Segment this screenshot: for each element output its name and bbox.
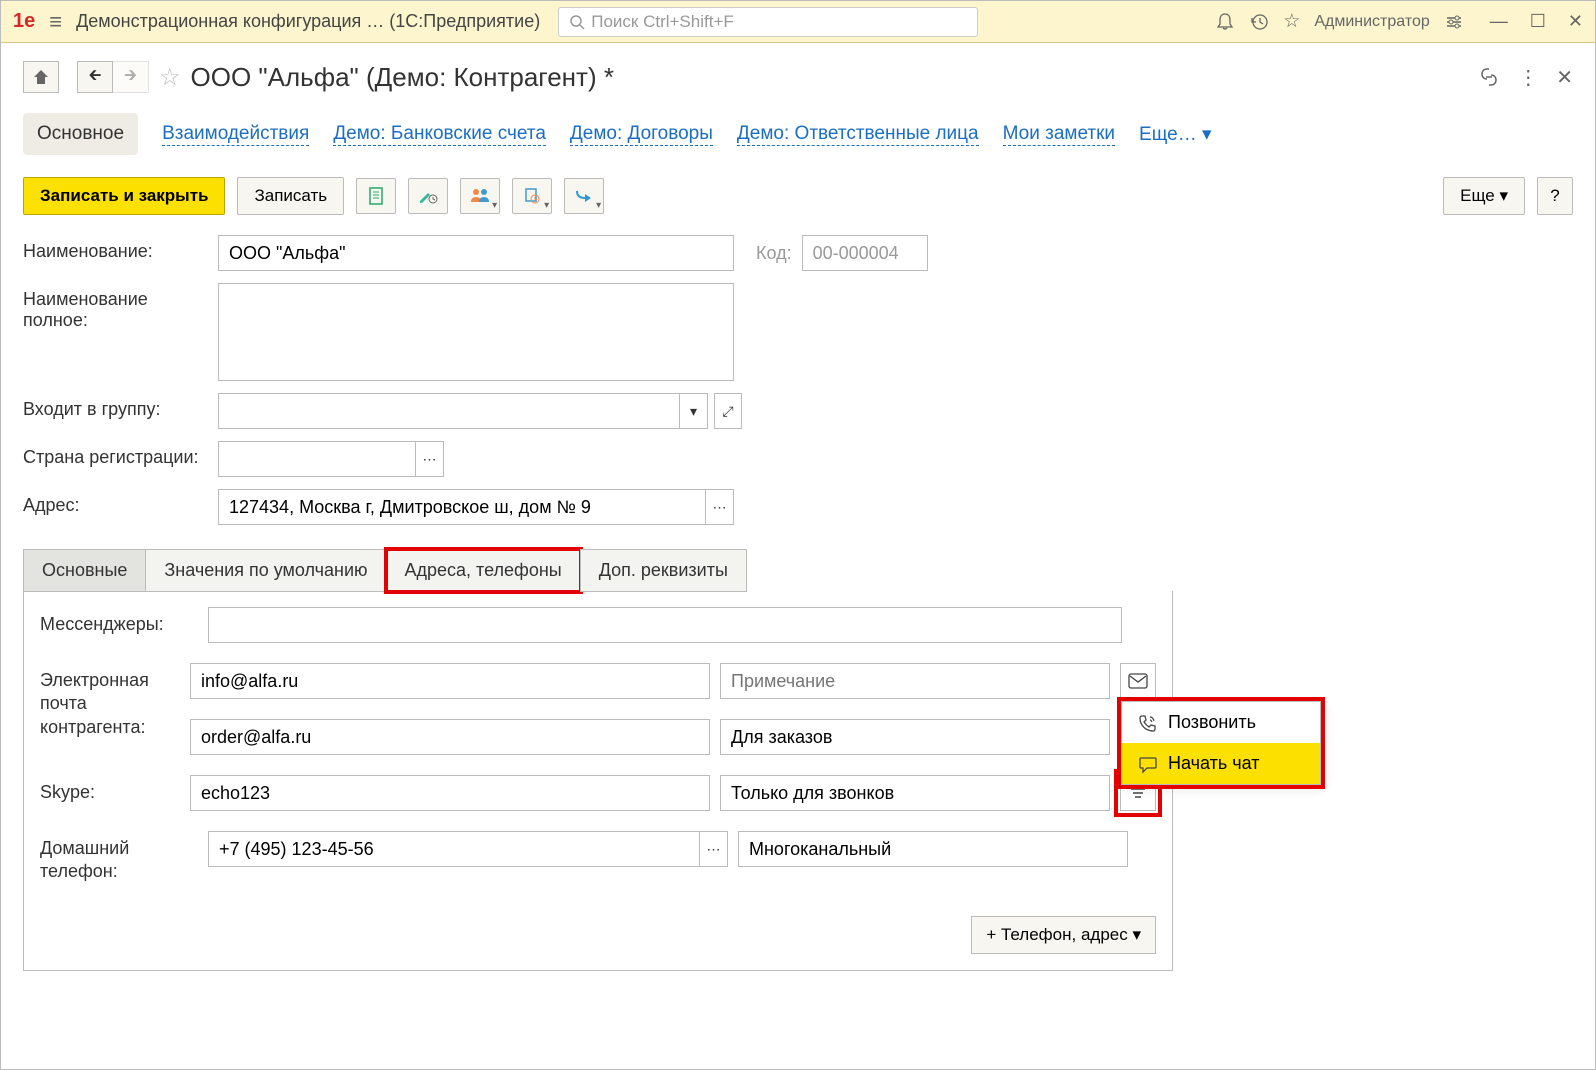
users-icon-button[interactable]: ▾ [460, 178, 500, 214]
name-label: Наименование: [23, 235, 208, 262]
skype-note-input[interactable] [720, 775, 1110, 811]
skype-input[interactable] [190, 775, 710, 811]
app-title: Демонстрационная конфигурация … (1С:Пред… [76, 11, 540, 32]
section-notes[interactable]: Мои заметки [1003, 123, 1115, 146]
save-button[interactable]: Записать [237, 177, 344, 215]
email1-mail-icon[interactable] [1120, 663, 1156, 699]
section-contracts[interactable]: Демо: Договоры [570, 123, 713, 146]
kebab-icon[interactable]: ⋮ [1518, 65, 1538, 90]
maximize-icon[interactable]: ☐ [1530, 11, 1546, 32]
messengers-label: Мессенджеры: [40, 607, 198, 636]
detail-tab-defaults[interactable]: Значения по умолчанию [145, 549, 386, 592]
detail-tab-addrphones[interactable]: Адреса, телефоны [386, 549, 581, 592]
detail-tab-main[interactable]: Основные [23, 549, 146, 592]
history-icon[interactable] [1249, 12, 1269, 32]
group-dropdown-button[interactable]: ▾ [680, 393, 708, 429]
skype-context-menu: Позвонить Начать чат [1121, 701, 1321, 785]
country-input[interactable] [218, 441, 416, 477]
country-label: Страна регистрации: [23, 441, 208, 468]
detail-tab-extra[interactable]: Доп. реквизиты [580, 549, 747, 592]
menu-icon[interactable]: ≡ [43, 9, 68, 35]
section-interactions[interactable]: Взаимодействия [162, 123, 309, 146]
nav-forward-button[interactable]: 🡲 [113, 61, 149, 93]
name-input[interactable] [218, 235, 734, 271]
phone-input[interactable] [208, 831, 700, 867]
country-ellipsis-button[interactable]: ⋯ [416, 441, 444, 477]
bell-icon[interactable] [1215, 12, 1235, 32]
section-main[interactable]: Основное [23, 113, 138, 155]
group-input[interactable] [218, 393, 680, 429]
skype-label: Skype: [40, 775, 180, 804]
list-icon-button[interactable] [356, 178, 396, 214]
search-input[interactable]: Поиск Ctrl+Shift+F [558, 7, 978, 37]
save-close-button[interactable]: Записать и закрыть [23, 177, 225, 215]
address-label: Адрес: [23, 489, 208, 516]
phone-ellipsis-button[interactable]: ⋯ [700, 831, 728, 867]
email1-input[interactable] [190, 663, 710, 699]
edit-time-icon-button[interactable] [408, 178, 448, 214]
section-more[interactable]: Еще… ▾ [1139, 123, 1211, 146]
star-icon[interactable]: ☆ [1283, 10, 1300, 33]
address-ellipsis-button[interactable]: ⋯ [706, 489, 734, 525]
close-form-icon[interactable]: ✕ [1556, 65, 1573, 90]
phone-note-input[interactable] [738, 831, 1128, 867]
favorite-icon[interactable]: ☆ [159, 63, 181, 92]
popup-call-label: Позвонить [1168, 712, 1256, 733]
more-button[interactable]: Еще ▾ [1443, 177, 1525, 215]
arrow-icon-button[interactable]: ▾ [564, 178, 604, 214]
home-button[interactable] [23, 61, 59, 93]
phone-label: Домашний телефон: [40, 831, 198, 884]
email-label: Электронная почта контрагента: [40, 663, 180, 739]
app-logo: 1e [13, 10, 35, 33]
group-label: Входит в группу: [23, 393, 208, 420]
popup-call[interactable]: Позвонить [1122, 702, 1320, 743]
popup-chat[interactable]: Начать чат [1122, 743, 1320, 784]
help-button[interactable]: ? [1537, 177, 1573, 215]
code-label: Код: [756, 243, 792, 264]
search-placeholder: Поиск Ctrl+Shift+F [591, 12, 734, 32]
chat-icon [1138, 754, 1158, 774]
form-title: ООО "Альфа" (Демо: Контрагент) * [191, 62, 1469, 93]
email2-note-input[interactable] [720, 719, 1110, 755]
popup-chat-label: Начать чат [1168, 753, 1259, 774]
section-bank[interactable]: Демо: Банковские счета [333, 123, 546, 146]
group-open-button[interactable]: ⤢ [714, 393, 742, 429]
phone-call-icon [1138, 713, 1158, 733]
username-label[interactable]: Администратор [1314, 13, 1429, 31]
add-phone-address-button[interactable]: + Телефон, адрес ▾ [971, 916, 1156, 954]
section-responsible[interactable]: Демо: Ответственные лица [737, 123, 979, 146]
email2-input[interactable] [190, 719, 710, 755]
code-input[interactable] [802, 235, 928, 271]
close-window-icon[interactable]: ✕ [1568, 11, 1583, 32]
search-icon [569, 14, 585, 30]
email1-note-input[interactable] [720, 663, 1110, 699]
document-icon-button[interactable]: ▾ [512, 178, 552, 214]
link-icon[interactable] [1478, 66, 1500, 88]
minimize-icon[interactable]: — [1490, 11, 1508, 32]
settings-icon[interactable] [1444, 12, 1464, 32]
address-input[interactable] [218, 489, 706, 525]
messengers-input[interactable] [208, 607, 1122, 643]
nav-back-button[interactable]: 🡰 [77, 61, 113, 93]
fullname-input[interactable] [218, 283, 734, 381]
fullname-label: Наименование полное: [23, 283, 208, 331]
